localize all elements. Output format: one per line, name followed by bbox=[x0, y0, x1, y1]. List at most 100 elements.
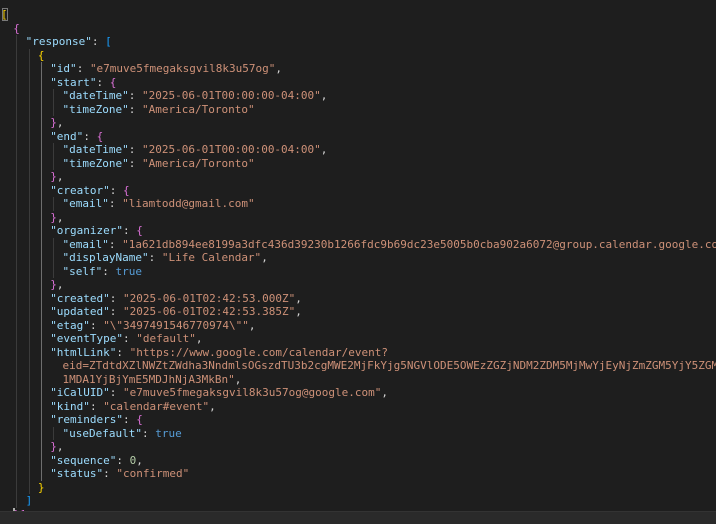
code-token: : bbox=[108, 237, 123, 251]
code-token: , bbox=[56, 440, 64, 453]
code-token: : bbox=[76, 62, 90, 75]
code-token: true bbox=[155, 426, 182, 440]
indent-guide bbox=[53, 197, 55, 211]
code-line[interactable]: "eventType": "default", bbox=[50, 332, 202, 346]
code-line[interactable]: "status": "confirmed" bbox=[50, 467, 189, 481]
code-token: "iCalUID" bbox=[50, 386, 110, 399]
code-token: true bbox=[115, 264, 143, 278]
code-token: , bbox=[275, 62, 282, 75]
code-token: , bbox=[261, 251, 268, 264]
code-line[interactable]: "useDefault": true bbox=[63, 427, 182, 441]
code-line[interactable]: }, bbox=[50, 116, 63, 130]
code-line[interactable]: { bbox=[13, 22, 20, 36]
code-token: : bbox=[89, 399, 104, 413]
code-token: , bbox=[209, 399, 216, 413]
code-token: : bbox=[109, 183, 124, 197]
code-token: { bbox=[123, 183, 130, 197]
code-line[interactable]: "etag": "\"3497491546770974\"", bbox=[50, 319, 255, 333]
code-line[interactable]: } bbox=[38, 481, 45, 495]
code-line[interactable]: eid=ZTdtdXZlNWZtZWdha3NndmlsOGszdTU3b2cg… bbox=[63, 359, 716, 373]
code-token: "timeZone" bbox=[62, 102, 129, 116]
bracket-match-highlight bbox=[2, 8, 8, 21]
code-token: , bbox=[195, 332, 203, 345]
code-token: } bbox=[50, 278, 57, 291]
code-token: : bbox=[116, 453, 130, 467]
code-line[interactable]: }, bbox=[50, 211, 63, 225]
code-token: "start" bbox=[50, 75, 97, 89]
code-token: "e7muve5fmegaksgvil8k3u57og" bbox=[89, 62, 276, 75]
code-line[interactable]: "reminders": { bbox=[50, 413, 143, 427]
code-token: : bbox=[96, 75, 110, 89]
code-line[interactable]: "creator": { bbox=[50, 184, 129, 198]
code-token: "organizer" bbox=[50, 224, 124, 237]
json-editor[interactable]: [{"response": [{"id": "e7muve5fmegaksgvi… bbox=[0, 0, 716, 524]
code-line[interactable]: "timeZone": "America/Toronto" bbox=[63, 103, 255, 117]
code-token: ] bbox=[25, 494, 33, 507]
indent-guide bbox=[40, 62, 42, 481]
code-token: , bbox=[56, 116, 64, 129]
code-token: : bbox=[148, 251, 162, 264]
code-line[interactable]: ] bbox=[26, 494, 33, 508]
code-line[interactable]: "timeZone": "America/Toronto" bbox=[63, 157, 255, 171]
code-token: : bbox=[123, 224, 137, 237]
code-token: , bbox=[248, 318, 256, 332]
code-token: , bbox=[295, 305, 302, 318]
code-token: : bbox=[91, 35, 106, 48]
code-token: "\"3497491546770974\"" bbox=[103, 318, 249, 332]
code-line[interactable]: "self": true bbox=[63, 265, 143, 279]
code-line[interactable]: }, bbox=[50, 278, 63, 292]
indent-guide bbox=[28, 48, 30, 494]
code-token: "email" bbox=[62, 197, 109, 210]
code-token: , bbox=[234, 372, 242, 386]
code-line[interactable]: "dateTime": "2025-06-01T00:00:00-04:00", bbox=[63, 143, 328, 157]
code-token: "sequence" bbox=[50, 453, 117, 467]
code-token: "2025-06-01T02:42:53.000Z" bbox=[123, 291, 296, 305]
code-token: "calendar#event" bbox=[103, 399, 210, 413]
code-token: } bbox=[50, 210, 57, 224]
code-line[interactable]: "email": "liamtodd@gmail.com" bbox=[63, 197, 255, 211]
code-line[interactable]: "kind": "calendar#event", bbox=[50, 400, 216, 414]
code-line[interactable]: "created": "2025-06-01T02:42:53.000Z", bbox=[50, 292, 302, 306]
code-token: "self" bbox=[62, 264, 103, 278]
code-token: 1MDA1YjBjYmE5MDJhNjA3MkBn" bbox=[62, 372, 235, 386]
code-line[interactable]: }, bbox=[50, 440, 63, 454]
code-token: , bbox=[56, 278, 64, 291]
code-line[interactable]: "dateTime": "2025-06-01T00:00:00-04:00", bbox=[63, 89, 328, 103]
code-token: , bbox=[320, 89, 328, 102]
code-line[interactable]: "organizer": { bbox=[50, 224, 143, 238]
code-token: { bbox=[13, 21, 20, 35]
code-token: "id" bbox=[50, 62, 77, 75]
code-token: "created" bbox=[50, 291, 110, 305]
code-line[interactable]: "iCalUID": "e7muve5fmegaksgvil8k3u57og@g… bbox=[50, 386, 388, 400]
code-token: } bbox=[50, 170, 57, 183]
code-token: "confirmed" bbox=[116, 467, 190, 480]
code-token: { bbox=[37, 48, 45, 62]
code-token: } bbox=[37, 480, 45, 494]
code-token: "liamtodd@gmail.com" bbox=[122, 197, 255, 210]
code-token: { bbox=[136, 224, 143, 237]
code-line[interactable]: "response": [ bbox=[26, 35, 112, 49]
code-line[interactable]: "displayName": "Life Calendar", bbox=[63, 251, 268, 265]
code-token: "displayName" bbox=[62, 251, 149, 264]
code-line[interactable]: "id": "e7muve5fmegaksgvil8k3u57og", bbox=[50, 62, 282, 76]
code-line[interactable]: { bbox=[38, 49, 45, 63]
code-token: : bbox=[128, 156, 142, 170]
indent-guide bbox=[53, 237, 55, 278]
code-line[interactable]: }, bbox=[50, 170, 63, 184]
code-line[interactable]: "end": { bbox=[50, 130, 103, 144]
code-token: : bbox=[116, 345, 130, 359]
code-line[interactable]: "start": { bbox=[50, 76, 116, 90]
code-line[interactable]: "sequence": 0, bbox=[50, 454, 143, 468]
code-token: "reminders" bbox=[50, 413, 124, 426]
code-token: } bbox=[50, 440, 57, 453]
code-token: "htmlLink" bbox=[50, 345, 117, 359]
code-token: "creator" bbox=[50, 183, 110, 197]
code-token: "default" bbox=[136, 332, 196, 345]
code-line[interactable]: 1MDA1YjBjYmE5MDJhNjA3MkBn", bbox=[63, 373, 242, 387]
code-token: , bbox=[381, 386, 388, 399]
code-token: "etag" bbox=[50, 318, 90, 332]
indent-guide bbox=[53, 426, 55, 440]
code-line[interactable]: "htmlLink": "https://www.google.com/cale… bbox=[50, 346, 388, 360]
code-line[interactable]: "email": "1a621db894ee8199a3dfc436d39230… bbox=[63, 238, 716, 252]
code-line[interactable]: "updated": "2025-06-01T02:42:53.385Z", bbox=[50, 305, 302, 319]
